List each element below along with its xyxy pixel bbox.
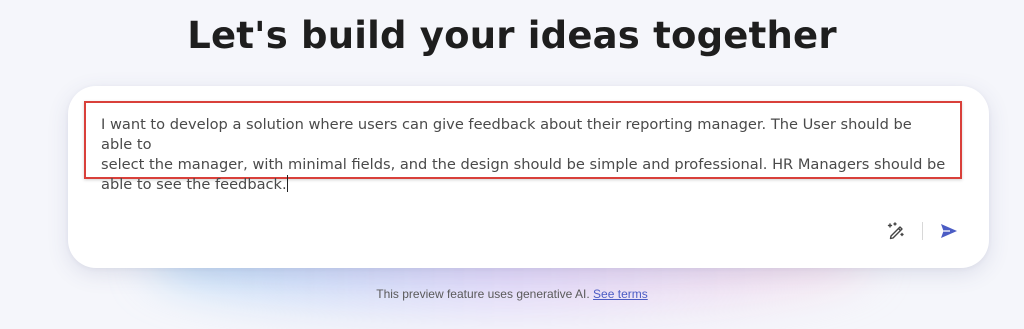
footer: This preview feature uses generative AI.… [0, 287, 1024, 301]
prompt-input[interactable]: I want to develop a solution where users… [84, 101, 962, 193]
page-title: Let's build your ideas together [187, 14, 837, 57]
send-arrow-icon[interactable] [937, 219, 961, 243]
actions-divider [922, 222, 923, 240]
text-cursor [286, 175, 288, 192]
see-terms-link[interactable]: See terms [593, 287, 648, 301]
prompt-actions [884, 219, 961, 243]
disclaimer-text: This preview feature uses generative AI. [376, 287, 590, 301]
prompt-text: I want to develop a solution where users… [101, 116, 946, 193]
prompt-card: I want to develop a solution where users… [68, 86, 989, 268]
magic-wand-pen-icon[interactable] [884, 219, 908, 243]
